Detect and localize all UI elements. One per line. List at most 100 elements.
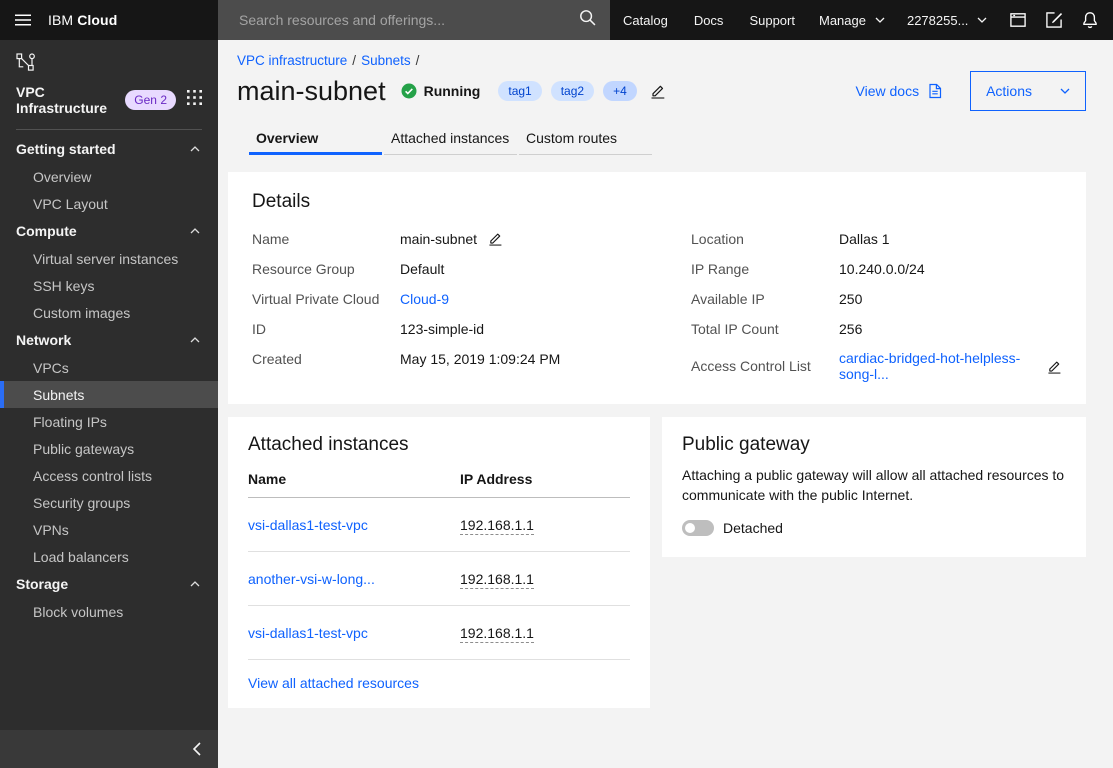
sidebar-item-block-volumes[interactable]: Block volumes [0,598,218,625]
details-grid: Name main-subnet Resource Group Default … [252,230,1062,382]
manage-menu[interactable]: Manage [808,0,896,40]
sidebar-item-security-groups[interactable]: Security groups [0,489,218,516]
sidebar-title-row: VPC Infrastructure Gen 2 [16,84,202,130]
chevron-down-icon [1060,88,1070,94]
sidebar-item-subnets[interactable]: Subnets [0,381,218,408]
edit-name-icon[interactable] [488,231,503,246]
section-label: Getting started [16,141,116,157]
breadcrumb-subnets[interactable]: Subnets [361,53,411,68]
sidebar-item-custom-images[interactable]: Custom images [0,299,218,326]
document-icon [929,83,942,99]
attached-instances-card: Attached instances Name IP Address vsi-d… [228,417,650,708]
table-row: vsi-dallas1-test-vpc 192.168.1.1 [248,606,630,660]
tab-custom-routes[interactable]: Custom routes [519,125,652,155]
detail-value: 250 [839,290,863,307]
sidebar-section-getting-started[interactable]: Getting started [0,135,218,163]
sidebar-item-floating-ips[interactable]: Floating IPs [0,408,218,435]
sidebar-item-vpns[interactable]: VPNs [0,516,218,543]
tab-attached-instances[interactable]: Attached instances [384,125,517,155]
tab-overview[interactable]: Overview [249,125,382,155]
edit-acl-icon[interactable] [1047,359,1062,374]
sidebar-section-storage[interactable]: Storage [0,570,218,598]
sidebar-collapse-button[interactable] [0,730,218,768]
sidebar-item-load-balancers[interactable]: Load balancers [0,543,218,570]
instance-link[interactable]: vsi-dallas1-test-vpc [248,517,460,533]
detail-value: May 15, 2019 1:09:24 PM [400,350,561,367]
detail-value: main-subnet [400,230,478,247]
actions-button[interactable]: Actions [970,71,1086,111]
instance-link[interactable]: another-vsi-w-long... [248,571,460,587]
search-icon[interactable] [579,9,596,31]
column-header-ip-address: IP Address [460,471,533,487]
detail-row-created: Created May 15, 2019 1:09:24 PM [252,350,623,367]
nav-support[interactable]: Support [736,0,808,40]
gateway-toggle[interactable] [682,520,714,536]
global-search [218,0,610,40]
brand-ibm: IBM [48,12,74,28]
window-icon[interactable] [1000,0,1036,40]
instance-ip[interactable]: 192.168.1.1 [460,571,630,589]
column-header-name: Name [248,471,287,487]
table-row: another-vsi-w-long... 192.168.1.1 [248,552,630,606]
sidebar-item-vpc-layout[interactable]: VPC Layout [0,190,218,217]
sidebar-section-compute[interactable]: Compute [0,217,218,245]
sidebar-item-virtual-server-instances[interactable]: Virtual server instances [0,245,218,272]
tag[interactable]: tag1 [498,81,542,101]
notifications-bell-icon[interactable] [1072,0,1108,40]
tag[interactable]: tag2 [550,81,595,101]
header-icons: U [1000,0,1113,40]
detail-label: Access Control List [691,358,811,374]
detail-row-total-ip-count: Total IP Count 256 [691,320,1062,337]
account-menu[interactable]: 2278255... [896,0,998,40]
main-content: VPC infrastructure / Subnets / main-subnet … [218,40,1113,768]
view-all-attached-resources-link[interactable]: View all attached resources [248,675,419,691]
feedback-icon[interactable] [1036,0,1072,40]
sidebar-section-network[interactable]: Network [0,326,218,354]
search-input[interactable] [237,11,579,29]
view-docs-link[interactable]: View docs [856,83,943,99]
sidebar-header: VPC Infrastructure Gen 2 [0,40,218,130]
edit-tags-icon[interactable] [650,83,666,99]
section-label: Network [16,332,72,348]
tag-list: tag1 tag2 +4 [498,81,637,101]
instance-link[interactable]: vsi-dallas1-test-vpc [248,625,460,641]
sidebar-item-ssh-keys[interactable]: SSH keys [0,272,218,299]
hamburger-menu-icon[interactable] [13,10,33,30]
sidebar-item-access-control-lists[interactable]: Access control lists [0,462,218,489]
attached-instances-title: Attached instances [248,434,409,455]
chevron-down-icon [977,17,987,23]
instance-ip[interactable]: 192.168.1.1 [460,517,630,535]
toggle-knob [685,523,695,533]
sidebar-item-vpcs[interactable]: VPCs [0,354,218,381]
gen2-badge: Gen 2 [125,90,176,110]
vpc-link[interactable]: Cloud-9 [400,291,449,307]
sidebar-item-overview[interactable]: Overview [0,163,218,190]
status-badge: Running [401,83,481,99]
sidebar-item-public-gateways[interactable]: Public gateways [0,435,218,462]
breadcrumb-vpc-infrastructure[interactable]: VPC infrastructure [237,53,347,68]
details-right-column: Location Dallas 1 IP Range 10.240.0.0/24… [691,230,1062,382]
sidebar-title: VPC Infrastructure [16,84,108,116]
nav-catalog[interactable]: Catalog [610,0,681,40]
table-footer: View all attached resources [248,660,630,708]
page-header: VPC infrastructure / Subnets / main-subnet … [218,40,1113,155]
top-header: IBM Cloud Catalog Docs Support Manage 22… [0,0,1113,40]
public-gateway-card: Public gateway Attaching a public gatewa… [662,417,1086,557]
chevron-up-icon [190,146,200,152]
header-left: IBM Cloud [0,0,218,40]
public-gateway-title: Public gateway [682,434,810,455]
nav-docs[interactable]: Docs [681,0,737,40]
detail-row-vpc: Virtual Private Cloud Cloud-9 [252,290,623,307]
details-left-column: Name main-subnet Resource Group Default … [252,230,623,382]
sidebar: VPC Infrastructure Gen 2 Getting started… [0,40,218,768]
page-title: main-subnet [237,76,386,106]
breadcrumb-separator: / [415,53,420,68]
tag-overflow-count[interactable]: +4 [603,81,637,101]
status-label: Running [423,83,481,99]
instance-ip[interactable]: 192.168.1.1 [460,625,630,643]
details-card: Details Name main-subnet Resource Group … [228,172,1086,404]
app-switcher-icon[interactable] [187,90,202,110]
acl-link[interactable]: cardiac-bridged-hot-helpless-song-l... [839,350,1036,382]
ibm-cloud-logo[interactable]: IBM Cloud [48,12,117,28]
actions-label: Actions [986,83,1032,99]
